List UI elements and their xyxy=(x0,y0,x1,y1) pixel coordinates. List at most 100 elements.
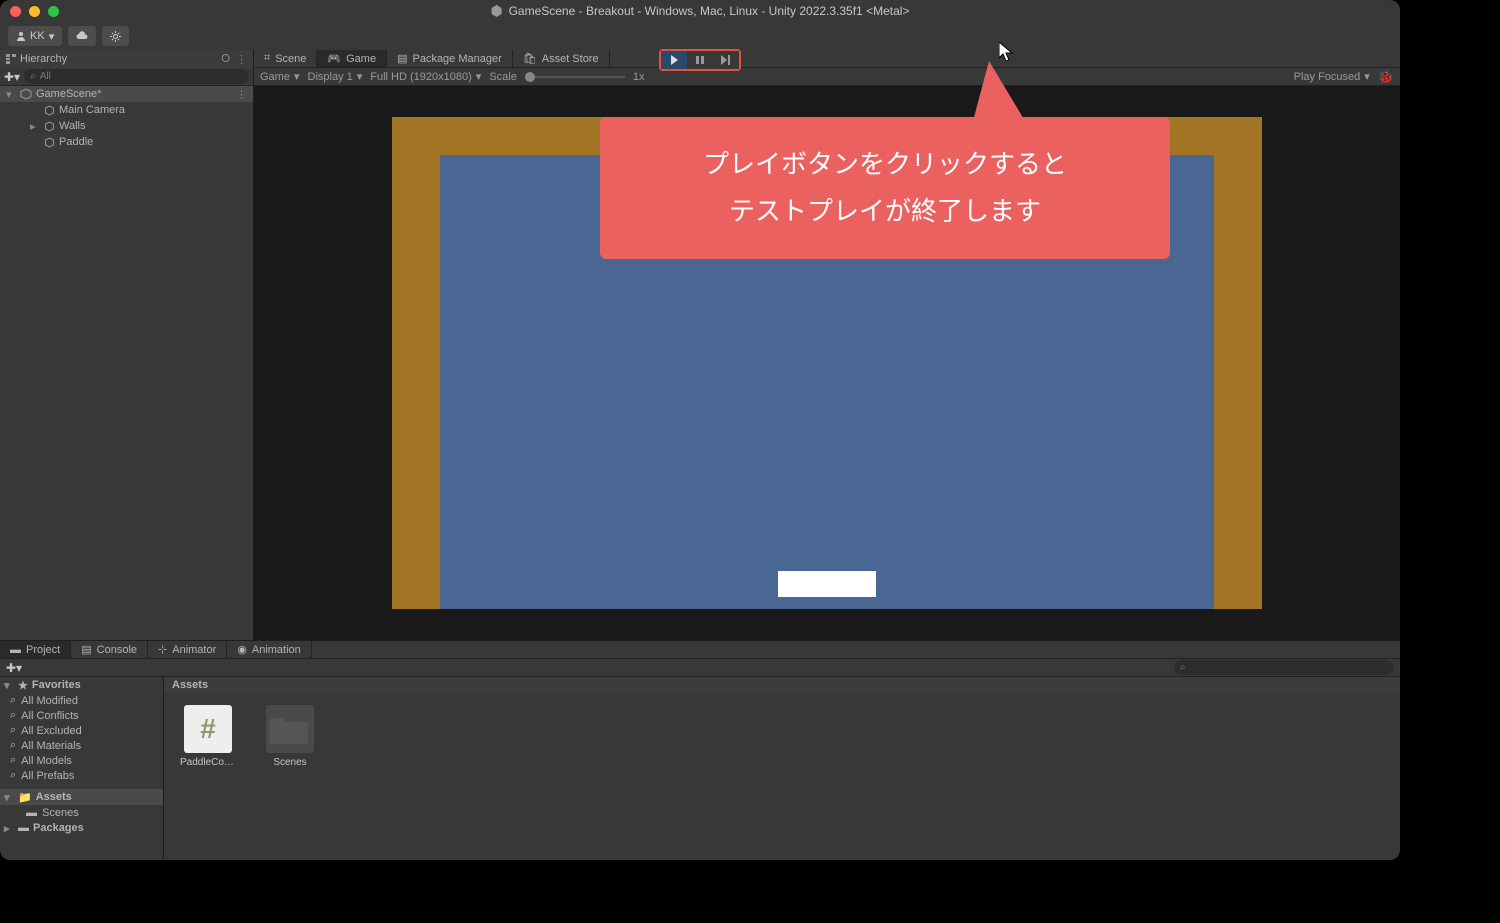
unity-scene-icon xyxy=(20,88,32,100)
console-icon: ▤ xyxy=(81,643,91,656)
folder-icon xyxy=(266,705,314,753)
folder-icon: ▬ xyxy=(26,807,37,819)
display-dropdown[interactable]: Display 1▾ xyxy=(308,70,363,83)
add-button[interactable]: ✚▾ xyxy=(4,70,20,84)
gear-icon xyxy=(110,31,121,42)
game-icon: 🎮 xyxy=(327,52,341,65)
play-focused-dropdown[interactable]: Play Focused▾ xyxy=(1294,70,1370,83)
annotation-callout: プレイボタンをクリックすると テストプレイが終了します xyxy=(600,117,1170,259)
search-icon: ⌕ xyxy=(10,739,16,752)
store-icon: 🛍 xyxy=(523,52,537,65)
resolution-dropdown[interactable]: Full HD (1920x1080)▾ xyxy=(370,70,481,83)
grid-icon: ⌗ xyxy=(264,52,270,65)
favorite-item[interactable]: ⌕All Conflicts xyxy=(0,708,163,723)
step-button[interactable] xyxy=(713,51,739,69)
settings-button[interactable] xyxy=(102,26,129,46)
search-icon: ⌕ xyxy=(10,769,16,782)
asset-item[interactable]: # PaddleCon... xyxy=(180,705,236,768)
animator-icon: ⊹ xyxy=(158,643,167,656)
hierarchy-icon xyxy=(6,54,16,64)
folder-item[interactable]: ▬Scenes xyxy=(0,805,163,820)
step-icon xyxy=(720,55,732,65)
tab-console[interactable]: ▤Console xyxy=(71,641,148,658)
play-controls xyxy=(659,49,741,71)
chevron-down-icon: ▾ xyxy=(357,70,363,83)
gameobject-icon xyxy=(44,105,55,116)
play-button[interactable] xyxy=(661,51,687,69)
hierarchy-item[interactable]: Main Camera xyxy=(0,102,253,118)
chevron-down-icon: ▾ xyxy=(1364,70,1370,83)
kebab-icon[interactable]: ⋮ xyxy=(236,53,247,66)
assets-breadcrumb[interactable]: Assets xyxy=(164,677,1400,693)
chevron-down-icon: ▾ xyxy=(294,70,300,83)
tab-animator[interactable]: ⊹Animator xyxy=(148,641,227,658)
game-view-toolbar: Game▾ Display 1▾ Full HD (1920x1080)▾ Sc… xyxy=(254,68,1400,86)
foldout-icon[interactable]: ▸ xyxy=(30,120,40,133)
kebab-icon[interactable]: ⋮ xyxy=(236,88,247,101)
tab-project[interactable]: ▬Project xyxy=(0,641,71,658)
tab-animation[interactable]: ◉Animation xyxy=(227,641,312,658)
tab-package-manager[interactable]: ▤ Package Manager xyxy=(387,50,513,67)
callout-line2: テストプレイが終了します xyxy=(620,188,1150,235)
search-icon: ⌕ xyxy=(10,709,16,722)
gameobject-icon xyxy=(44,137,55,148)
hierarchy-item[interactable]: ▸ Walls xyxy=(0,118,253,134)
packages-folder[interactable]: ▸▬Packages xyxy=(0,820,163,836)
scale-value: 1x xyxy=(633,71,645,83)
bug-icon[interactable]: 🐞 xyxy=(1378,69,1394,85)
assets-folder[interactable]: ▾📁Assets xyxy=(0,789,163,805)
scale-label: Scale xyxy=(489,71,517,83)
maximize-window-button[interactable] xyxy=(48,6,59,17)
asset-item[interactable]: Scenes xyxy=(262,705,318,768)
favorite-item[interactable]: ⌕All Modified xyxy=(0,693,163,708)
window-titlebar: GameScene - Breakout - Windows, Mac, Lin… xyxy=(0,0,1400,22)
package-icon: ▤ xyxy=(397,52,407,65)
lock-icon[interactable]: ⭘ xyxy=(221,53,230,66)
account-dropdown[interactable]: KK ▾ xyxy=(8,26,62,46)
folder-icon: ▬ xyxy=(10,644,21,656)
main-toolbar: KK ▾ xyxy=(0,22,1400,50)
tab-scene[interactable]: ⌗ Scene xyxy=(254,50,317,67)
search-icon: ⌕ xyxy=(10,694,16,707)
hierarchy-search[interactable]: ⌕ All xyxy=(24,69,249,84)
close-window-button[interactable] xyxy=(10,6,21,17)
foldout-icon[interactable]: ▾ xyxy=(6,88,16,101)
callout-line1: プレイボタンをクリックすると xyxy=(620,141,1150,188)
scene-row[interactable]: ▾ GameScene* ⋮ xyxy=(0,86,253,102)
pause-button[interactable] xyxy=(687,51,713,69)
tab-asset-store[interactable]: 🛍 Asset Store xyxy=(513,50,610,67)
chevron-down-icon: ▾ xyxy=(49,30,55,43)
search-icon: ⌕ xyxy=(10,754,16,767)
project-search[interactable]: ⌕ xyxy=(1174,660,1394,675)
tab-game[interactable]: 🎮 Game xyxy=(317,50,387,67)
favorites-header[interactable]: ▾★Favorites xyxy=(0,677,163,693)
animation-icon: ◉ xyxy=(237,643,247,656)
hierarchy-item[interactable]: Paddle xyxy=(0,134,253,150)
play-icon xyxy=(669,55,679,65)
window-title: GameScene - Breakout - Windows, Mac, Lin… xyxy=(509,4,910,18)
chevron-down-icon: ▾ xyxy=(476,70,482,83)
pause-icon xyxy=(695,55,705,65)
search-icon: ⌕ xyxy=(10,724,16,737)
script-icon: # xyxy=(184,705,232,753)
favorite-item[interactable]: ⌕All Excluded xyxy=(0,723,163,738)
favorite-item[interactable]: ⌕All Models xyxy=(0,753,163,768)
minimize-window-button[interactable] xyxy=(29,6,40,17)
folder-icon: ▬ xyxy=(18,822,29,834)
favorite-item[interactable]: ⌕All Materials xyxy=(0,738,163,753)
hierarchy-header: Hierarchy ⭘ ⋮ xyxy=(0,50,253,68)
cloud-button[interactable] xyxy=(68,26,96,46)
cloud-icon xyxy=(76,31,88,41)
star-icon: ★ xyxy=(18,679,28,692)
user-icon xyxy=(16,31,26,41)
search-icon: ⌕ xyxy=(30,71,36,82)
game-mode-dropdown[interactable]: Game▾ xyxy=(260,70,300,83)
gameobject-icon xyxy=(44,121,55,132)
paddle xyxy=(778,571,876,597)
favorite-item[interactable]: ⌕All Prefabs xyxy=(0,768,163,783)
folder-icon: 📁 xyxy=(18,791,32,804)
scale-slider[interactable] xyxy=(525,76,625,78)
search-icon: ⌕ xyxy=(1180,662,1186,673)
add-button[interactable]: ✚▾ xyxy=(6,661,22,675)
unity-icon xyxy=(491,5,503,17)
